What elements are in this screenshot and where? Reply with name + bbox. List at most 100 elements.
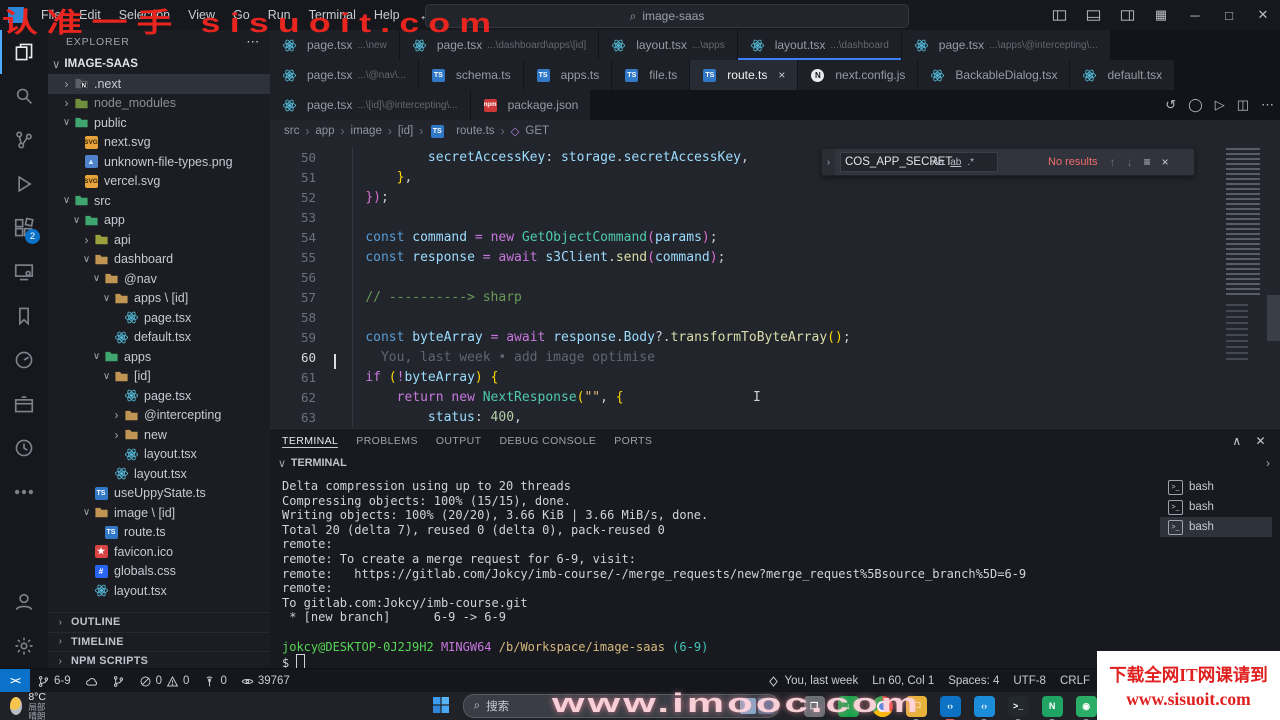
breadcrumb-item--id-[interactable]: [id]: [398, 125, 413, 137]
problems-status[interactable]: 00: [132, 669, 197, 693]
find-next-icon[interactable]: ↓: [1127, 155, 1133, 169]
breadcrumb[interactable]: src › app › image › [id] › TS route.ts › ◇ GET: [270, 120, 1280, 142]
breadcrumb-item-src[interactable]: src: [284, 125, 299, 137]
settings-icon[interactable]: [0, 624, 48, 668]
taskbar-icon-vscode[interactable]: ‹›: [939, 695, 961, 720]
code-line-55[interactable]: 55 const response = await s3Client.send(…: [270, 247, 1220, 267]
remote-indicator[interactable]: ><: [0, 669, 30, 693]
tree-item-node-modules[interactable]: › node_modules: [48, 94, 270, 114]
breadcrumb-item-route-ts[interactable]: route.ts: [456, 125, 494, 137]
tab-page-tsx[interactable]: page.tsx ...\@nav\...: [270, 60, 419, 90]
match-case-toggle[interactable]: Aa: [932, 157, 944, 168]
testing-icon[interactable]: [0, 338, 48, 382]
terminal-output[interactable]: Delta compression using up to 20 threads…: [282, 479, 1150, 671]
code-line-62[interactable]: 62 return new NextResponse("", {: [270, 387, 1220, 407]
code-line-52[interactable]: 52 });: [270, 187, 1220, 207]
tree-item-layout-tsx[interactable]: layout.tsx: [48, 464, 270, 484]
toggle-sidebar-icon[interactable]: [1042, 0, 1076, 30]
code-line-56[interactable]: 56: [270, 267, 1220, 287]
tree-item-page-tsx[interactable]: page.tsx: [48, 308, 270, 328]
find-previous-icon[interactable]: ↑: [1110, 155, 1116, 169]
minimize-button[interactable]: ─: [1178, 0, 1212, 30]
search-icon[interactable]: [0, 74, 48, 118]
git-graph-icon[interactable]: [105, 669, 132, 693]
tree-item-route-ts[interactable]: TS route.ts: [48, 523, 270, 543]
more-icon[interactable]: [0, 470, 48, 514]
ports-status[interactable]: 0: [196, 669, 233, 693]
taskbar-icon-wechat[interactable]: ◉: [1075, 695, 1097, 720]
encoding-status[interactable]: UTF-8: [1006, 669, 1053, 693]
indentation-status[interactable]: Spaces: 4: [941, 669, 1006, 693]
start-button[interactable]: [432, 696, 450, 717]
tree-item-app[interactable]: ∨ app: [48, 211, 270, 231]
find-close-icon[interactable]: ×: [1162, 155, 1169, 169]
panel-tab-debug-console[interactable]: DEBUG CONSOLE: [499, 435, 596, 447]
archive-icon[interactable]: [0, 382, 48, 426]
panel-maximize-icon[interactable]: ∧: [1232, 434, 1241, 448]
code-line-58[interactable]: 58: [270, 307, 1220, 327]
whole-word-toggle[interactable]: ab: [950, 157, 961, 168]
code-editor[interactable]: 50 secretAccessKey: storage.secretAccess…: [270, 142, 1280, 428]
account-icon[interactable]: [0, 580, 48, 624]
project-root-folder[interactable]: ∨ IMAGE-SAAS: [48, 54, 270, 74]
tree-item-apps-id-[interactable]: ∨ apps \ [id]: [48, 289, 270, 309]
tree-item-favicon-ico[interactable]: ★ favicon.ico: [48, 542, 270, 562]
tree-item--id-[interactable]: ∨ [id]: [48, 367, 270, 387]
panel-tab-problems[interactable]: PROBLEMS: [356, 435, 418, 447]
toggle-panel-icon[interactable]: [1076, 0, 1110, 30]
tree-item-default-tsx[interactable]: default.tsx: [48, 328, 270, 348]
tab-layout-tsx[interactable]: layout.tsx ...\apps: [599, 30, 738, 60]
tab-backabledialog-tsx[interactable]: BackableDialog.tsx: [918, 60, 1071, 90]
split-editor-icon[interactable]: ◫: [1237, 97, 1249, 113]
section-outline[interactable]: › OUTLINE: [48, 612, 270, 632]
code-line-61[interactable]: 61 if (!byteArray) {: [270, 367, 1220, 387]
weather-widget[interactable]: 8°C 局部晴朗: [0, 691, 52, 720]
find-in-selection-icon[interactable]: ≡: [1144, 155, 1151, 169]
counter-status[interactable]: 39767: [234, 669, 297, 693]
publish-cloud-icon[interactable]: [78, 669, 105, 693]
bookmarks-icon[interactable]: [0, 294, 48, 338]
tab-default-tsx[interactable]: default.tsx: [1070, 60, 1176, 90]
tab-close-icon[interactable]: ×: [778, 68, 785, 82]
tree-item-globals-css[interactable]: # globals.css: [48, 562, 270, 582]
source-control-icon[interactable]: [0, 118, 48, 162]
eol-status[interactable]: CRLF: [1053, 669, 1097, 693]
run-icon[interactable]: ▷: [1215, 97, 1225, 113]
section-timeline[interactable]: › TIMELINE: [48, 631, 270, 652]
git-branch-status[interactable]: 6-9: [30, 669, 78, 693]
close-button[interactable]: ✕: [1246, 0, 1280, 30]
tree-item-layout-tsx[interactable]: layout.tsx: [48, 445, 270, 465]
tab-apps-ts[interactable]: TS apps.ts: [523, 60, 613, 90]
taskbar-icon-vscode-insiders[interactable]: ‹›: [973, 695, 995, 720]
tree-item-unknown-file-types-png[interactable]: ▲ unknown-file-types.png: [48, 152, 270, 172]
tab-route-ts[interactable]: TS route.ts ×: [690, 60, 799, 90]
taskbar-icon-notes-app[interactable]: N: [1041, 695, 1063, 720]
tree-item--intercepting[interactable]: › @intercepting: [48, 406, 270, 426]
code-line-59[interactable]: 59 const byteArray = await response.Body…: [270, 327, 1220, 347]
more-actions-icon[interactable]: ⋯: [1261, 97, 1274, 113]
terminal-instance-bash[interactable]: >_ bash: [1160, 517, 1272, 537]
tree-item-image-id-[interactable]: ∨ image \ [id]: [48, 503, 270, 523]
tree-item--next[interactable]: › N .next: [48, 74, 270, 94]
taskbar-icon-terminal[interactable]: >_: [1007, 695, 1029, 720]
tree-item-layout-tsx[interactable]: layout.tsx: [48, 581, 270, 601]
panel-tab-terminal[interactable]: TERMINAL: [282, 435, 338, 447]
maximize-button[interactable]: □: [1212, 0, 1246, 30]
extensions-icon[interactable]: 2: [0, 206, 48, 250]
tab-page-tsx[interactable]: page.tsx ...\[id]\@intercepting\...: [270, 90, 471, 120]
tree-item-vercel-svg[interactable]: SVG vercel.svg: [48, 172, 270, 192]
tab-next-config-js[interactable]: Nnext.config.js: [798, 60, 919, 90]
code-line-57[interactable]: 57 // ----------> sharp: [270, 287, 1220, 307]
tree-item-src[interactable]: ∨ src: [48, 191, 270, 211]
run-and-debug-icon[interactable]: [0, 162, 48, 206]
clock-icon[interactable]: [0, 426, 48, 470]
panel-tab-ports[interactable]: PORTS: [614, 435, 652, 447]
find-input[interactable]: [840, 152, 998, 172]
tab-schema-ts[interactable]: TS schema.ts: [418, 60, 524, 90]
editor-scrollbar[interactable]: [1267, 295, 1280, 341]
regex-toggle[interactable]: .*: [967, 157, 974, 168]
tree-item-public[interactable]: ∨ public: [48, 113, 270, 133]
code-line-53[interactable]: 53: [270, 207, 1220, 227]
code-line-63[interactable]: 63 status: 400,: [270, 407, 1220, 427]
terminal-instance-bash[interactable]: >_ bash: [1160, 497, 1272, 517]
